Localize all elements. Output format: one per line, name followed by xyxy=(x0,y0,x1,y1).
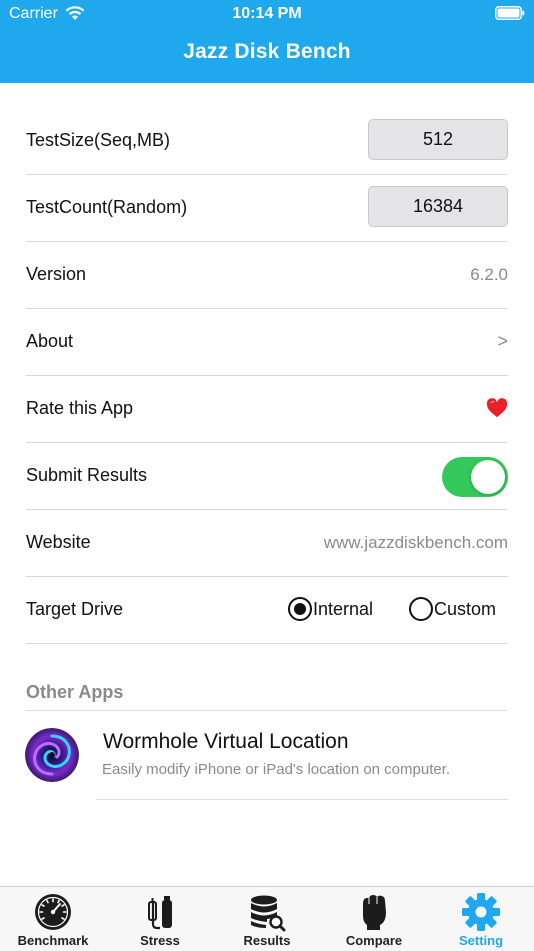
submit-results-label: Submit Results xyxy=(26,465,148,485)
test-size-label: TestSize(Seq,MB) xyxy=(26,130,171,150)
section-header-other-apps: Other Apps xyxy=(26,682,124,702)
tab-benchmark[interactable]: Benchmark xyxy=(0,887,106,951)
tab-results[interactable]: Results xyxy=(214,887,320,951)
wormhole-app-icon[interactable] xyxy=(25,728,79,782)
rate-app-label: Rate this App xyxy=(26,398,134,418)
chevron-right-icon: > xyxy=(497,331,508,351)
website-link[interactable]: www.jazzdiskbench.com xyxy=(324,533,508,553)
row-test-count: TestCount(Random) 16384 xyxy=(26,175,508,242)
row-target-drive: Target Drive Internal Custom xyxy=(26,577,508,644)
tab-label: Stress xyxy=(140,933,180,948)
about-label: About xyxy=(26,331,74,351)
tab-label: Setting xyxy=(458,933,504,948)
other-app-subtitle: Easily modify iPhone or iPad's location … xyxy=(102,761,451,778)
fist-icon xyxy=(363,895,386,930)
test-count-input[interactable]: 16384 xyxy=(368,186,508,227)
header: Carrier 10:14 PM Jazz Disk Bench xyxy=(0,0,534,83)
divider xyxy=(26,710,508,711)
version-value: 6.2.0 xyxy=(470,265,508,284)
row-version: Version 6.2.0 xyxy=(26,242,508,309)
row-rate-app[interactable]: Rate this App xyxy=(26,376,508,443)
row-website[interactable]: Website www.jazzdiskbench.com xyxy=(26,510,508,577)
heart-icon xyxy=(486,398,508,418)
tab-setting[interactable]: Setting xyxy=(428,887,534,951)
radio-custom-label: Custom xyxy=(434,598,497,619)
gear-icon xyxy=(462,893,500,931)
other-app-title[interactable]: Wormhole Virtual Location xyxy=(103,730,349,754)
website-label: Website xyxy=(26,532,91,552)
test-count-label: TestCount(Random) xyxy=(26,197,188,217)
speedometer-icon xyxy=(35,894,71,930)
status-bar: Carrier 10:14 PM xyxy=(0,0,534,28)
submit-results-toggle[interactable] xyxy=(442,457,508,497)
tab-compare[interactable]: Compare xyxy=(321,887,427,951)
divider xyxy=(26,643,508,644)
test-size-input[interactable]: 512 xyxy=(368,119,508,160)
tab-stress[interactable]: Stress xyxy=(107,887,213,951)
row-about[interactable]: About > xyxy=(26,309,508,376)
row-submit-results: Submit Results xyxy=(26,443,508,510)
tab-label: Compare xyxy=(345,933,403,948)
radio-internal[interactable]: Internal xyxy=(288,597,373,621)
row-test-size: TestSize(Seq,MB) 512 xyxy=(26,108,508,175)
status-time: 10:14 PM xyxy=(232,5,302,22)
page-title: Jazz Disk Bench xyxy=(183,40,351,63)
radio-internal-label: Internal xyxy=(313,598,374,619)
database-search-icon xyxy=(251,895,286,932)
toggle-knob xyxy=(471,460,505,494)
divider xyxy=(96,799,508,800)
tab-label: Benchmark xyxy=(17,933,89,948)
radio-unselected-icon xyxy=(409,597,433,621)
version-label: Version xyxy=(26,264,87,284)
stress-icon xyxy=(148,896,172,930)
battery-icon xyxy=(495,6,525,20)
radio-custom[interactable]: Custom xyxy=(409,597,496,621)
tab-bar: Benchmark Stress Results Compare Setting xyxy=(0,886,534,951)
target-drive-label: Target Drive xyxy=(26,599,124,619)
radio-selected-icon xyxy=(288,597,312,621)
tab-label: Results xyxy=(243,933,291,948)
